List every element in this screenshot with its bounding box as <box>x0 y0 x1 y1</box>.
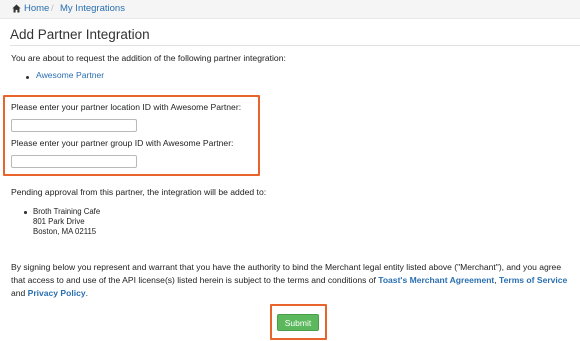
legal-end: . <box>85 288 88 298</box>
merchant-name: Broth Training Cafe <box>33 207 101 216</box>
group-id-label: Please enter your partner group ID with … <box>11 138 234 148</box>
submit-button[interactable]: Submit <box>277 314 319 331</box>
bullet-icon <box>24 211 27 214</box>
merchant-street: 801 Park Drive <box>33 217 85 226</box>
merchant-address: Broth Training Cafe 801 Park Drive Bosto… <box>33 207 100 237</box>
legal-separator: and <box>11 288 28 298</box>
title-divider <box>10 45 580 46</box>
home-icon[interactable] <box>12 4 21 13</box>
breadcrumb: Home / My Integrations <box>0 0 580 19</box>
page-title: Add Partner Integration <box>10 27 150 42</box>
group-id-input[interactable] <box>11 155 137 168</box>
breadcrumb-my-integrations-link[interactable]: My Integrations <box>60 3 125 14</box>
approval-text: Pending approval from this partner, the … <box>11 187 267 197</box>
merchant-city: Boston, MA 02115 <box>33 227 97 236</box>
breadcrumb-home-link[interactable]: Home <box>24 3 49 14</box>
merchant-agreement-link[interactable]: Toast's Merchant Agreement <box>378 275 494 285</box>
legal-text: By signing below you represent and warra… <box>11 261 571 300</box>
intro-text: You are about to request the addition of… <box>11 53 286 63</box>
terms-of-service-link[interactable]: Terms of Service <box>499 275 567 285</box>
privacy-policy-link[interactable]: Privacy Policy <box>28 288 86 298</box>
breadcrumb-separator: / <box>51 3 54 14</box>
location-id-label: Please enter your partner location ID wi… <box>11 102 242 112</box>
partner-link[interactable]: Awesome Partner <box>36 70 104 80</box>
location-id-input[interactable] <box>11 119 137 132</box>
bullet-icon <box>26 76 29 79</box>
